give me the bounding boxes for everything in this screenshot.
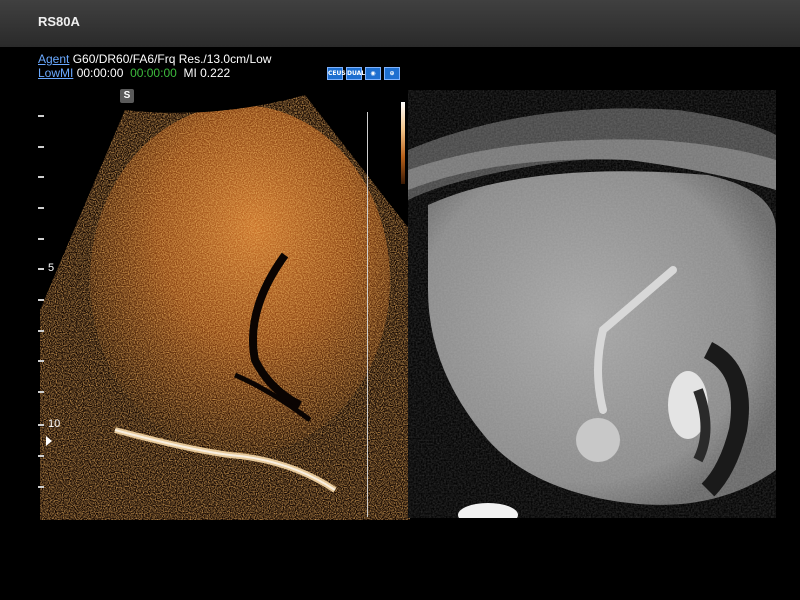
depth-label-5: 5	[48, 262, 55, 274]
mechanical-index: MI 0.222	[183, 66, 231, 80]
depth-tick	[38, 360, 44, 362]
scan-direction-marker: S	[120, 89, 134, 103]
depth-tick	[38, 115, 44, 117]
depth-tick	[38, 238, 44, 240]
agent-link[interactable]: Agent	[38, 52, 69, 66]
depth-tick	[38, 391, 44, 393]
imaging-parameters-row: Agent G60/DR60/FA6/Frq Res./13.0cm/Low	[38, 52, 271, 66]
depth-tick	[38, 486, 44, 488]
depth-tick	[38, 330, 44, 332]
imaging-params: G60/DR60/FA6/Frq Res./13.0cm/Low	[72, 52, 272, 66]
lowmi-link[interactable]: LowMI	[38, 66, 73, 80]
contrast-ultrasound-image[interactable]	[40, 90, 410, 520]
timer-row: LowMI 00:00:00 00:00:00 MI 0.222	[38, 66, 230, 80]
app-title: RS80A	[38, 14, 80, 29]
timer-contrast: 00:00:00	[130, 66, 177, 80]
sync-cursor-line[interactable]	[367, 112, 368, 517]
contrast-color-bar	[401, 102, 405, 184]
depth-tick	[38, 146, 44, 148]
depth-tick	[38, 207, 44, 209]
depth-tick	[38, 176, 44, 178]
contrast-icon[interactable]: CEUS	[327, 67, 346, 80]
toolbar-icons: CEUS DUAL ◉ ⊕	[327, 67, 400, 80]
target-icon[interactable]: ⊕	[384, 67, 400, 80]
depth-tick	[38, 424, 44, 426]
depth-tick	[38, 455, 44, 457]
depth-tick	[38, 299, 44, 301]
title-bar: RS80A	[0, 0, 800, 47]
ct-reference-image[interactable]	[408, 90, 776, 518]
depth-tick	[38, 268, 44, 270]
timer-elapsed: 00:00:00	[76, 66, 124, 80]
focus-marker-icon[interactable]	[46, 436, 52, 446]
dual-icon[interactable]: DUAL	[346, 67, 365, 80]
probe-icon[interactable]: ◉	[365, 67, 381, 80]
depth-label-10: 10	[48, 418, 61, 430]
